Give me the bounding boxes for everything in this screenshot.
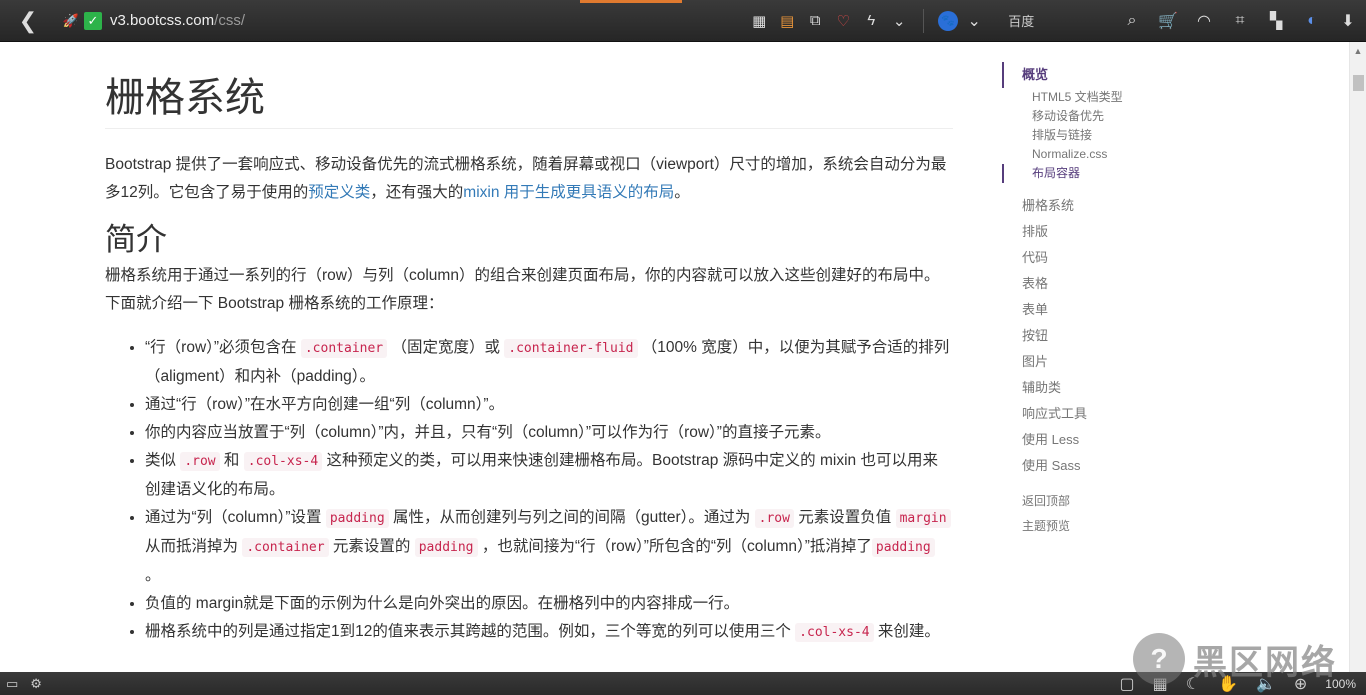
overview-subnav: HTML5 文档类型 移动设备优先 排版与链接 Normalize.css 布局…	[1002, 88, 1182, 183]
nav-item-buttons[interactable]: 按钮	[1002, 323, 1182, 349]
download-icon[interactable]: ⬇	[1330, 0, 1366, 42]
search-icon[interactable]: ⌕	[1114, 0, 1150, 42]
code-snippet: .row	[180, 452, 220, 472]
intro-paragraph: 栅格系统用于通过一系列的行（row）与列（column）的组合来创建页面布局，你…	[105, 267, 940, 313]
list-item: 栅格系统中的列是通过指定1到12的值来表示其跨越的范围。例如，三个等宽的列可以使…	[145, 618, 953, 647]
list-item: 通过为“列（column）”设置 padding 属性，从而创建列与列之间的间隔…	[145, 504, 953, 590]
subnav-item[interactable]: 移动设备优先	[1032, 107, 1182, 126]
scroll-thumb[interactable]	[1353, 75, 1364, 91]
lightning-icon[interactable]: ϟ	[857, 0, 885, 42]
cart-icon[interactable]: 🛒	[1150, 0, 1186, 42]
code-snippet: .container-fluid	[504, 339, 638, 359]
nav-item-forms[interactable]: 表单	[1002, 297, 1182, 323]
section-heading: 简介	[105, 222, 167, 257]
status-bar: ▭ ⚙ ▢ ▦ ☾ ✋ 🔈 ⊕ 100%	[0, 672, 1366, 695]
nav-item-overview[interactable]: 概览	[1002, 62, 1182, 88]
heart-icon[interactable]: ♡	[829, 0, 857, 42]
wifi-icon[interactable]: ◠	[1186, 0, 1222, 42]
baidu-paw-icon[interactable]: 🐾	[938, 10, 959, 31]
list-item: 你的内容应当放置于“列（column）”内，并且，只有“列（column）”可以…	[145, 419, 953, 447]
back-button[interactable]: ❮	[0, 0, 56, 42]
mixin-link[interactable]: mixin 用于生成更具语义的布局	[463, 184, 674, 201]
nav-item-tables[interactable]: 表格	[1002, 271, 1182, 297]
qr-code-icon[interactable]: ▦	[745, 0, 773, 42]
code-snippet: padding	[414, 538, 478, 558]
address-bar[interactable]: 🚀 ✓ v3.bootcss.com/css/	[56, 6, 745, 36]
code-snippet: .container	[300, 339, 388, 359]
list-item: 通过“行（row）”在水平方向创建一组“列（column）”。	[145, 391, 953, 419]
code-snippet: .row	[754, 509, 794, 529]
code-snippet: margin	[895, 509, 951, 529]
list-item: 负值的 margin就是下面的示例为什么是向外突出的原因。在栅格列中的内容排成一…	[145, 590, 953, 618]
night-mode-icon[interactable]: ☾	[1186, 674, 1200, 694]
hand-icon[interactable]: ✋	[1218, 674, 1238, 694]
code-snippet: .col-xs-4	[243, 452, 323, 472]
scroll-up-arrow-icon[interactable]: ▲	[1350, 42, 1366, 59]
list-item: “行（row）”必须包含在 .container （固定宽度）或 .contai…	[145, 334, 953, 391]
code-snippet: padding	[325, 509, 389, 529]
page-title: 栅格系统	[105, 76, 953, 129]
screenshot-icon[interactable]: ⧉	[801, 0, 829, 42]
crop-icon[interactable]: ⌗	[1222, 0, 1258, 42]
browser-toolbar: ❮ 🚀 ✓ v3.bootcss.com/css/ ▦ ▤ ⧉ ♡ ϟ ⌄ 🐾 …	[0, 0, 1366, 42]
address-tools: ▦ ▤ ⧉ ♡ ϟ ⌄	[745, 0, 913, 42]
main-content: 栅格系统 Bootstrap 提供了一套响应式、移动设备优先的流式栅格系统，随着…	[105, 42, 953, 647]
vertical-scrollbar[interactable]: ▲	[1349, 42, 1366, 672]
url-path: /css/	[214, 12, 245, 29]
code-snippet: padding	[871, 538, 935, 558]
chevron-down-icon[interactable]: ⌄	[964, 0, 984, 42]
url-host: v3.bootcss.com	[109, 12, 215, 29]
theme-preview-link[interactable]: 主题预览	[1002, 514, 1182, 539]
nav-item-typography[interactable]: 排版	[1002, 219, 1182, 245]
sync-icon[interactable]: ◐	[1294, 0, 1330, 42]
search-engine-label[interactable]: 百度	[1008, 11, 1034, 30]
secure-check-icon[interactable]: ✓	[83, 11, 102, 30]
nav-item-less[interactable]: 使用 Less	[1002, 427, 1182, 453]
docs-sidenav: 概览 HTML5 文档类型 移动设备优先 排版与链接 Normalize.css…	[1002, 62, 1182, 539]
chat-icon[interactable]: ▢	[1119, 674, 1134, 694]
rocket-icon[interactable]: 🚀	[62, 12, 80, 30]
subnav-item[interactable]: Normalize.css	[1032, 145, 1182, 164]
nav-item-images[interactable]: 图片	[1002, 349, 1182, 375]
zoom-level[interactable]: 100%	[1325, 677, 1356, 691]
predefined-classes-link[interactable]: 预定义类	[308, 184, 370, 201]
url-text[interactable]: v3.bootcss.com/css/	[110, 12, 245, 29]
lead-paragraph: Bootstrap 提供了一套响应式、移动设备优先的流式栅格系统，随着屏幕或视口…	[105, 156, 947, 201]
camera-icon[interactable]: ▭	[0, 676, 24, 692]
divider	[923, 8, 925, 33]
nav-item-responsive[interactable]: 响应式工具	[1002, 401, 1182, 427]
search-box[interactable]: 🐾 ⌄ 百度	[934, 0, 1104, 42]
status-bar-right: ▢ ▦ ☾ ✋ 🔈 ⊕ 100%	[1119, 672, 1356, 695]
back-to-top-link[interactable]: 返回顶部	[1002, 489, 1182, 514]
chevron-down-icon[interactable]: ⌄	[885, 0, 913, 42]
code-snippet: .col-xs-4	[795, 623, 874, 643]
grid-icon[interactable]: ▚	[1258, 0, 1294, 42]
toolbar-actions: ⌕ 🛒 ◠ ⌗ ▚ ◐ ⬇	[1114, 0, 1366, 42]
settings-gear-icon[interactable]: ⚙	[24, 676, 48, 692]
nav-item-code[interactable]: 代码	[1002, 245, 1182, 271]
volume-icon[interactable]: 🔈	[1256, 674, 1276, 694]
nav-item-grid[interactable]: 栅格系统	[1002, 193, 1182, 219]
list-item: 类似 .row 和 .col-xs-4 这种预定义的类，可以用来快速创建栅格布局…	[145, 447, 953, 504]
nav-item-sass[interactable]: 使用 Sass	[1002, 453, 1182, 479]
code-snippet: .container	[242, 538, 329, 558]
grid-icon[interactable]: ▦	[1153, 674, 1168, 694]
zoom-icon[interactable]: ⊕	[1294, 674, 1307, 694]
subnav-item-active[interactable]: 布局容器	[1002, 164, 1182, 183]
subnav-item[interactable]: HTML5 文档类型	[1032, 88, 1182, 107]
grid-rules-list: “行（row）”必须包含在 .container （固定宽度）或 .contai…	[105, 334, 953, 647]
nav-item-helpers[interactable]: 辅助类	[1002, 375, 1182, 401]
reader-icon[interactable]: ▤	[773, 0, 801, 42]
subnav-item[interactable]: 排版与链接	[1032, 126, 1182, 145]
active-tab-indicator	[580, 0, 682, 3]
